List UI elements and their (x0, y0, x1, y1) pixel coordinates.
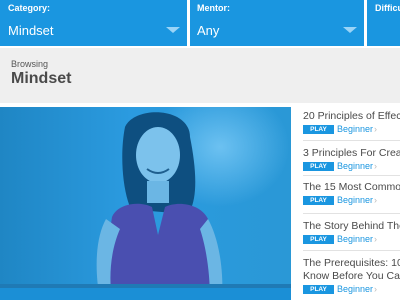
level-label: Beginner (337, 124, 374, 134)
chevron-right-icon: › (374, 195, 377, 205)
divider (303, 213, 400, 214)
video-title[interactable]: 20 Principles of Effec (303, 110, 400, 123)
chevron-down-icon (166, 27, 180, 33)
level-label: Beginner (337, 284, 374, 294)
video-title[interactable]: 3 Principles For Creatin (303, 147, 400, 160)
page-title: Mindset (11, 70, 72, 87)
video-list: 20 Principles of Effec PLAY Beginner › 3… (291, 103, 400, 300)
chevron-right-icon: › (374, 234, 377, 244)
presenter-image (96, 112, 223, 300)
play-button[interactable]: PLAY (303, 285, 334, 294)
video-controls-bar[interactable] (0, 288, 291, 300)
filter-bar: Category: Mindset Mentor: Any Difficu (0, 0, 400, 48)
video-title[interactable]: The Story Behind The S (303, 220, 400, 233)
video-title[interactable]: The 15 Most Commo (303, 181, 400, 194)
chevron-right-icon: › (374, 124, 377, 134)
category-dropdown[interactable]: Category: Mindset (0, 0, 187, 46)
play-button[interactable]: PLAY (303, 162, 334, 171)
play-button[interactable]: PLAY (303, 235, 334, 244)
browsing-label: Browsing (11, 59, 49, 69)
divider (303, 250, 400, 251)
play-button[interactable]: PLAY (303, 196, 334, 205)
mentor-label: Mentor: (197, 3, 230, 13)
chevron-down-icon (343, 27, 357, 33)
mentor-value: Any (197, 23, 220, 38)
category-value: Mindset (8, 23, 54, 38)
chevron-right-icon: › (374, 161, 377, 171)
difficulty-dropdown[interactable]: Difficu (367, 0, 400, 46)
list-item[interactable]: The 15 Most Commo PLAY Beginner › (303, 181, 400, 206)
browsing-header: Browsing Mindset (0, 48, 400, 103)
list-item[interactable]: The Story Behind The S PLAY Beginner › (303, 220, 400, 245)
list-item[interactable]: 20 Principles of Effec PLAY Beginner › (303, 110, 400, 135)
list-item[interactable]: The Prerequisites: 10 Know Before You Ca… (303, 257, 400, 295)
level-label: Beginner (337, 161, 374, 171)
featured-video[interactable] (0, 107, 291, 300)
category-label: Category: (8, 3, 51, 13)
level-label: Beginner (337, 195, 374, 205)
video-title-line-2[interactable]: Know Before You Ca (303, 270, 400, 283)
video-title[interactable]: The Prerequisites: 10 (303, 257, 400, 270)
mentor-dropdown[interactable]: Mentor: Any (190, 0, 364, 46)
level-label: Beginner (337, 234, 374, 244)
list-item[interactable]: 3 Principles For Creatin PLAY Beginner › (303, 147, 400, 172)
chevron-right-icon: › (374, 284, 377, 294)
divider (303, 175, 400, 176)
difficulty-label: Difficu (375, 3, 400, 13)
divider (303, 140, 400, 141)
play-button[interactable]: PLAY (303, 125, 334, 134)
